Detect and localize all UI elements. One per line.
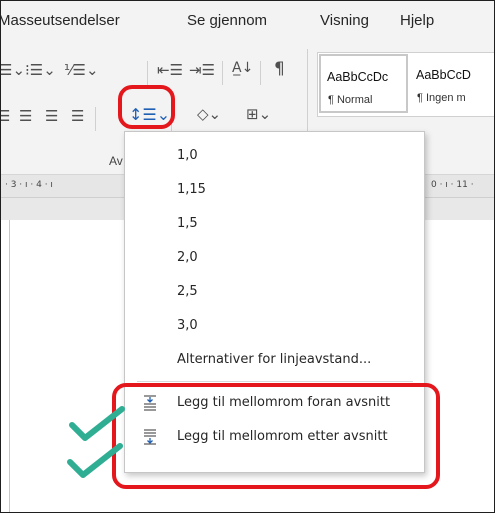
spacing-option-1-15[interactable]: 1,15 <box>125 173 424 207</box>
style-sample: AaBbCcD <box>416 68 471 82</box>
bullets-partial-icon[interactable]: ☰⌄ <box>1 63 25 78</box>
highlight-add-space-items <box>112 383 440 489</box>
style-sample: AaBbCcDc <box>327 70 389 84</box>
style-normal-tile[interactable]: AaBbCcDc ¶ Normal <box>319 54 408 113</box>
sort-icon[interactable]: A̲↓ <box>232 61 253 75</box>
tab-help[interactable]: Hjelp <box>400 12 434 29</box>
spacing-option-2-0[interactable]: 2,0 <box>125 241 424 275</box>
style-name: ¶ Ingen m <box>417 92 466 104</box>
align-center-icon[interactable]: ☰ <box>19 109 32 124</box>
style-name: ¶ Normal <box>328 94 373 106</box>
align-left-partial-icon[interactable]: ☰ <box>1 109 10 124</box>
separator <box>147 61 148 85</box>
align-right-icon[interactable]: ☰ <box>45 109 58 124</box>
style-no-spacing-tile[interactable]: AaBbCcD ¶ Ingen m <box>410 54 494 113</box>
tab-view[interactable]: Visning <box>320 12 369 29</box>
increase-indent-icon[interactable]: ⇥☰ <box>189 63 215 78</box>
separator <box>95 107 96 131</box>
spacing-option-1-5[interactable]: 1,5 <box>125 207 424 241</box>
spacing-option-label: 1,5 <box>177 216 198 231</box>
justify-icon[interactable]: ☰ <box>71 109 84 124</box>
ribbon-tab-bar: Masseutsendelser Se gjennom Visning Hjel… <box>1 1 494 39</box>
menu-divider <box>137 381 413 382</box>
borders-icon[interactable]: ⊞⌄ <box>246 107 271 122</box>
ruler-marks-left: · 3 · ı · 4 · ı <box>5 180 53 190</box>
styles-gallery: AaBbCcDc ¶ Normal AaBbCcD ¶ Ingen m <box>317 52 494 117</box>
spacing-option-label: 2,5 <box>177 284 198 299</box>
paragraph-group-label: Av <box>109 154 123 168</box>
multilevel-list-icon[interactable]: ⅟☰⌄ <box>64 63 99 78</box>
decrease-indent-icon[interactable]: ⇤☰ <box>157 63 183 78</box>
spacing-option-3-0[interactable]: 3,0 <box>125 309 424 343</box>
line-spacing-options-item[interactable]: Alternativer for linjeavstand... <box>125 343 424 377</box>
tab-mailings[interactable]: Masseutsendelser <box>1 12 120 29</box>
spacing-option-2-5[interactable]: 2,5 <box>125 275 424 309</box>
word-window: Masseutsendelser Se gjennom Visning Hjel… <box>0 0 495 513</box>
separator <box>260 61 261 85</box>
highlight-line-spacing-button <box>118 85 175 129</box>
numbering-icon[interactable]: ⁝☰⌄ <box>25 63 56 78</box>
show-formatting-marks-icon[interactable]: ¶ <box>274 61 285 78</box>
spacing-option-label: 1,0 <box>177 148 198 163</box>
line-spacing-options-label: Alternativer for linjeavstand... <box>177 352 372 367</box>
spacing-option-label: 2,0 <box>177 250 198 265</box>
spacing-option-label: 1,15 <box>177 182 206 197</box>
spacing-option-label: 3,0 <box>177 318 198 333</box>
separator <box>222 61 223 85</box>
ruler-marks-right: 0 · ı · 11 · <box>431 180 474 190</box>
spacing-option-1-0[interactable]: 1,0 <box>125 139 424 173</box>
checkmark-icon <box>69 406 125 441</box>
checkmark-icon <box>67 443 123 478</box>
shading-icon[interactable]: ◇⌄ <box>197 107 221 122</box>
tab-review[interactable]: Se gjennom <box>187 12 267 29</box>
